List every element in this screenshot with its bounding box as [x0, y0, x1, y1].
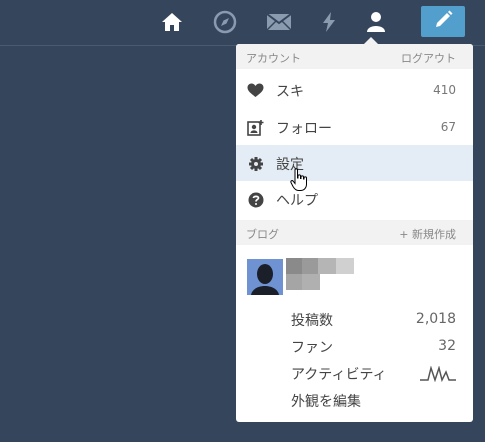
posts-label: 投稿数 — [291, 313, 333, 329]
followers-label: ファン — [291, 340, 333, 356]
activity-stat[interactable]: アクティビティ — [236, 360, 473, 386]
menu-item-label: フォロー — [276, 121, 332, 137]
help-icon — [247, 191, 264, 208]
blog-section-header: ブログ + 新規作成 — [236, 220, 473, 245]
activity-sparkline-icon — [420, 365, 456, 386]
account-header-label: アカウント — [246, 52, 301, 65]
pencil-icon — [433, 10, 453, 34]
compose-button[interactable] — [421, 6, 465, 37]
menu-item-help[interactable]: ヘルプ — [236, 181, 473, 217]
menu-item-likes[interactable]: スキ 410 — [236, 72, 473, 108]
blog-header-label: ブログ — [246, 228, 279, 241]
top-navbar — [0, 0, 485, 46]
posts-count: 2,018 — [415, 311, 456, 327]
menu-item-label: スキ — [276, 84, 304, 100]
lightning-icon[interactable] — [315, 8, 343, 36]
followers-stat[interactable]: ファン 32 — [236, 333, 473, 359]
heart-icon — [247, 82, 264, 99]
logout-link[interactable]: ログアウト — [401, 50, 456, 66]
new-blog-link[interactable]: + 新規作成 — [399, 226, 456, 242]
menu-item-following[interactable]: フォロー 67 — [236, 109, 473, 145]
avatar[interactable] — [247, 259, 283, 295]
gear-icon — [247, 155, 264, 172]
account-section-header: アカウント ログアウト — [236, 44, 473, 69]
edit-appearance-link[interactable]: 外観を編集 — [236, 387, 473, 413]
compass-icon[interactable] — [211, 8, 239, 36]
menu-item-settings[interactable]: 設定 — [236, 145, 473, 181]
account-icon[interactable] — [362, 8, 390, 36]
likes-count: 410 — [433, 83, 456, 97]
activity-label: アクティビティ — [291, 367, 387, 383]
hand-cursor-icon — [290, 168, 308, 196]
blog-name-redacted[interactable] — [286, 258, 354, 290]
edit-appearance-label: 外観を編集 — [291, 394, 361, 410]
account-dropdown-menu: アカウント ログアウト スキ 410 フォロー 67 設定 ヘルプ ブログ + … — [236, 44, 473, 422]
follow-icon — [247, 119, 264, 136]
mail-icon[interactable] — [265, 8, 293, 36]
home-icon[interactable] — [158, 8, 186, 36]
followers-count: 32 — [438, 338, 456, 354]
posts-stat[interactable]: 投稿数 2,018 — [236, 306, 473, 332]
menu-caret — [364, 37, 378, 44]
following-count: 67 — [440, 120, 456, 134]
